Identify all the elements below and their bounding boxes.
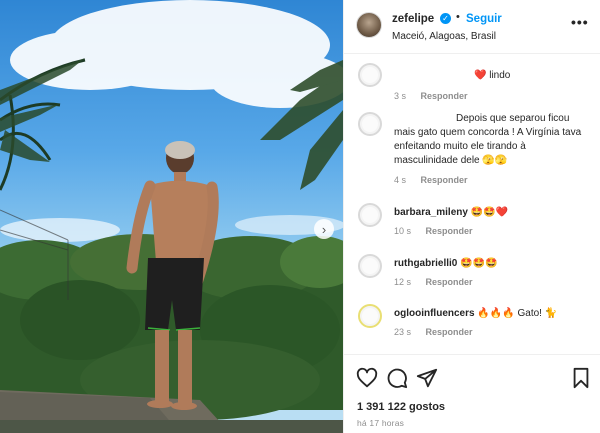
comment-meta: 12 s Responder [394, 277, 485, 287]
post-actions: 1 391 122 gostos há 17 horas [344, 354, 600, 433]
comment-username[interactable]: barbara_mileny [394, 207, 468, 218]
post-location[interactable]: Maceió, Alagoas, Brasil [392, 31, 496, 42]
heart-icon[interactable] [356, 367, 378, 389]
comment-username[interactable]: oglooinfluencers [394, 308, 475, 319]
comment-text: barbara_mileny 🤩🤩❤️ [394, 207, 509, 218]
comment-meta: 10 s Responder [394, 226, 485, 236]
commenter-avatar[interactable] [358, 254, 382, 278]
chevron-right-icon: › [321, 221, 327, 237]
author-username[interactable]: zefelipe [392, 13, 434, 25]
send-icon[interactable] [416, 367, 438, 389]
post-time: há 17 horas [357, 418, 405, 428]
reply-button[interactable]: Responder [426, 327, 473, 337]
reply-button[interactable]: Responder [426, 226, 473, 236]
verified-badge-icon: ✓ [440, 13, 451, 24]
comment-meta: 3 s Responder [394, 91, 480, 101]
comment-meta: 23 s Responder [394, 327, 485, 337]
comment-meta: 4 s Responder [394, 175, 480, 185]
commenter-avatar[interactable] [358, 63, 382, 87]
more-options-icon[interactable]: ••• [571, 14, 589, 30]
reply-button[interactable]: Responder [426, 277, 473, 287]
comment-username[interactable]: ruthgabrielli0 [394, 258, 457, 269]
separator-dot: • [456, 11, 460, 23]
bookmark-icon[interactable] [570, 367, 592, 389]
post-header: zefelipe ✓ • Seguir Maceió, Alagoas, Bra… [344, 0, 600, 54]
next-image-button[interactable]: › [314, 219, 334, 239]
comment-time: 3 s [394, 91, 407, 101]
reply-button[interactable]: Responder [421, 91, 468, 101]
comment-icon[interactable] [386, 367, 408, 389]
commenter-avatar[interactable] [358, 304, 382, 328]
comments-list[interactable]: ❤️ lindo 3 s Responder Depois que separo… [344, 55, 600, 353]
reply-button[interactable]: Responder [421, 175, 468, 185]
comment-time: 10 s [394, 226, 412, 236]
comment-text: ruthgabrielli0 🤩🤩🤩 [394, 258, 498, 269]
author-avatar[interactable] [356, 12, 382, 38]
comment-text: Depois que separou ficou mais gato quem … [394, 113, 582, 166]
comment-text: oglooinfluencers 🔥🔥🔥 Gato! 🐈 [394, 308, 558, 319]
comment-time: 23 s [394, 327, 412, 337]
commenter-avatar[interactable] [358, 112, 382, 136]
post-side-panel: zefelipe ✓ • Seguir Maceió, Alagoas, Bra… [343, 0, 600, 433]
commenter-avatar[interactable] [358, 203, 382, 227]
post-photo-scene [0, 0, 343, 433]
post-image[interactable]: › [0, 0, 343, 433]
comment-time: 4 s [394, 175, 407, 185]
comment-time: 12 s [394, 277, 412, 287]
follow-button[interactable]: Seguir [466, 13, 502, 25]
likes-count[interactable]: 1 391 122 gostos [357, 401, 445, 413]
comment-text: ❤️ lindo [474, 70, 511, 81]
